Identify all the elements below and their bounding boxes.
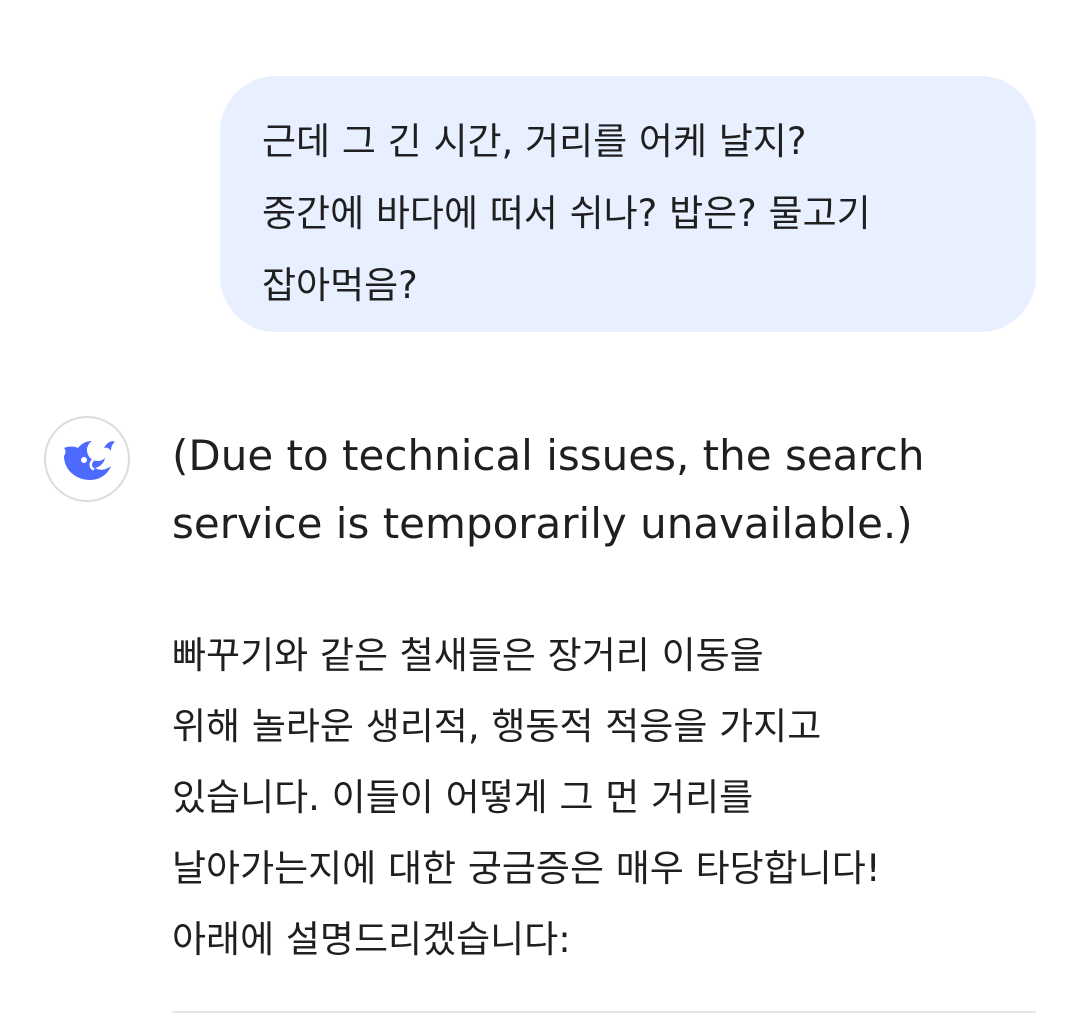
answer-line: 빠꾸기와 같은 철새들은 장거리 이동을: [172, 634, 764, 677]
user-message-line: 근데 그 긴 시간, 거리를 어케 날지?: [262, 120, 807, 163]
user-message-bubble: 근데 그 긴 시간, 거리를 어케 날지? 중간에 바다에 떠서 쉬나? 밥은?…: [220, 76, 1036, 332]
answer-line: 아래에 설명드리겠습니다:: [172, 918, 571, 961]
search-unavailable-notice: (Due to technical issues, the search ser…: [172, 422, 1052, 558]
notice-line: service is temporarily unavailable.): [172, 499, 913, 548]
answer-paragraph: 빠꾸기와 같은 철새들은 장거리 이동을 위해 놀라운 생리적, 행동적 적응을…: [172, 620, 1052, 975]
notice-line: (Due to technical issues, the search: [172, 431, 925, 480]
user-message-line: 잡아먹음?: [262, 264, 418, 307]
assistant-avatar: [44, 416, 130, 502]
assistant-response: (Due to technical issues, the search ser…: [172, 422, 1052, 975]
answer-line: 날아가는지에 대한 궁금증은 매우 타당합니다!: [172, 847, 881, 890]
answer-line: 위해 놀라운 생리적, 행동적 적응을 가지고: [172, 705, 822, 748]
section-divider: [172, 1011, 1036, 1013]
answer-line: 있습니다. 이들이 어떻게 그 먼 거리를: [172, 776, 754, 819]
user-message-line: 중간에 바다에 떠서 쉬나? 밥은? 물고기: [262, 192, 871, 235]
deepseek-whale-icon: [64, 441, 115, 480]
